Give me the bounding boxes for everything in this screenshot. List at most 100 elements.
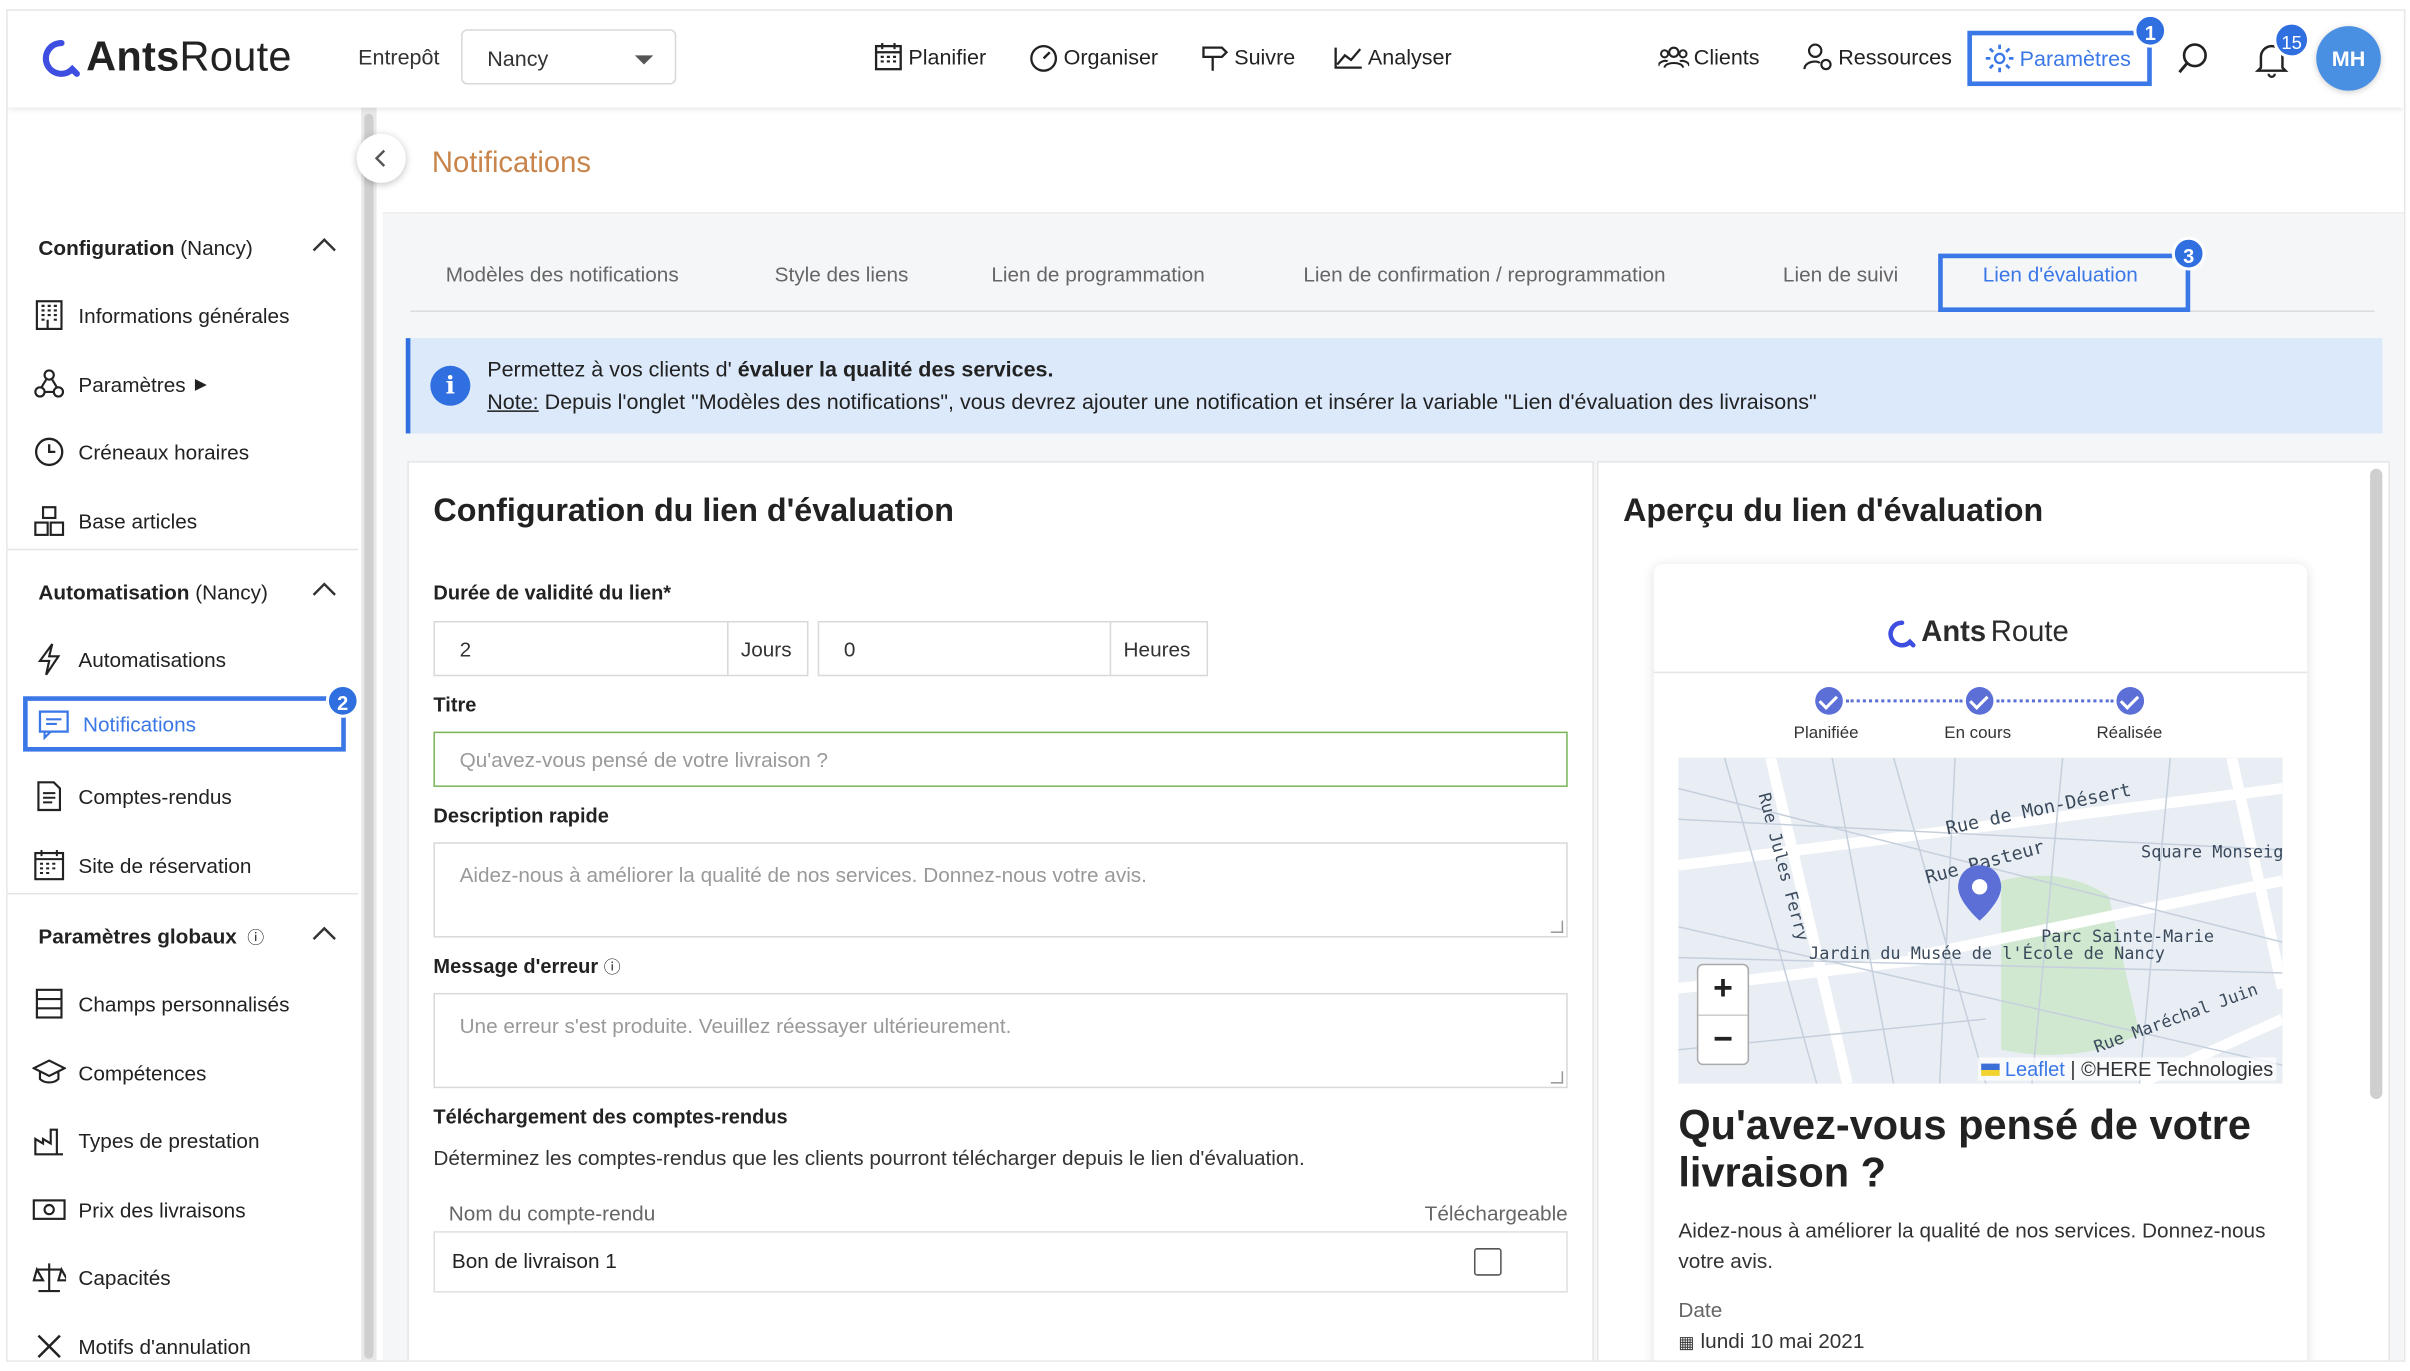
nav-organiser[interactable]: Organiser xyxy=(1028,41,1158,72)
section-parametres-globaux[interactable]: Paramètres globaux ⓘ xyxy=(38,925,338,950)
app-frame: AntsRoute Entrepôt Nancy Planifier Organ… xyxy=(6,9,2406,1362)
info-icon: ⓘ xyxy=(603,959,621,978)
boxes-icon xyxy=(34,506,65,536)
title-label: Titre xyxy=(433,693,477,717)
step-done-icon xyxy=(2116,687,2145,715)
sidebar-item-competences[interactable]: Compétences xyxy=(32,1050,347,1096)
description-label: Description rapide xyxy=(433,803,609,827)
tab-lien-suivi[interactable]: Lien de suivi xyxy=(1783,263,1898,286)
sidebar-scrollbar[interactable] xyxy=(361,107,377,1361)
hours-input[interactable]: 0 xyxy=(817,620,1112,677)
notification-count-badge: 15 xyxy=(2273,21,2311,59)
sidebar-item-champs-personnalises[interactable]: Champs personnalisés xyxy=(32,981,347,1027)
section-automatisation[interactable]: Automatisation (Nancy) xyxy=(38,581,338,604)
sidebar-item-types-de-prestation[interactable]: Types de prestation xyxy=(32,1117,347,1163)
error-label: Message d'erreur ⓘ xyxy=(433,954,621,978)
avatar[interactable]: MH xyxy=(2316,26,2381,91)
sidebar-item-parametres[interactable]: Paramètres ▶ xyxy=(32,361,347,407)
preview-card-title: Qu'avez-vous pensé de votre livraison ? xyxy=(1678,1102,2252,1196)
map[interactable]: Rue de Mon-Désert Rue Pasteur Square Mon… xyxy=(1678,757,2283,1084)
sidebar-item-label: Capacités xyxy=(78,1265,171,1289)
sidebar-item-comptes-rendus[interactable]: Comptes-rendus xyxy=(32,773,347,819)
collapse-sidebar-button[interactable] xyxy=(356,133,406,183)
nav-ressources[interactable]: Ressources xyxy=(1803,41,1952,72)
sidebar-item-label: Champs personnalisés xyxy=(78,992,290,1016)
clock-icon xyxy=(34,437,64,467)
nav-label: Paramètres xyxy=(2019,46,2131,71)
nav-planifier[interactable]: Planifier xyxy=(873,41,986,72)
step-badge-2: 2 xyxy=(325,683,360,718)
resize-handle[interactable] xyxy=(1550,920,1564,933)
preview-title: Aperçu du lien d'évaluation xyxy=(1623,493,2044,529)
map-tiles: Rue de Mon-Désert Rue Pasteur Square Mon… xyxy=(1678,757,2283,1084)
column-header-downloadable: Téléchargeable xyxy=(1424,1201,1568,1225)
form-icon xyxy=(35,988,63,1019)
sidebar-item-prix-des-livraisons[interactable]: Prix des livraisons xyxy=(32,1187,347,1233)
tab-style-liens[interactable]: Style des liens xyxy=(775,263,909,286)
top-bar: AntsRoute Entrepôt Nancy Planifier Organ… xyxy=(7,10,2404,108)
zoom-out-button[interactable]: − xyxy=(1698,1014,1748,1063)
preview-panel: Aperçu du lien d'évaluation Ants Route Pl… xyxy=(1596,461,2391,1361)
error-textarea[interactable]: Une erreur s'est produite. Veuillez rées… xyxy=(433,992,1568,1089)
error-placeholder: Une erreur s'est produite. Veuillez rées… xyxy=(459,1014,1012,1038)
step-label: En cours xyxy=(1944,723,2012,743)
zoom-control: + − xyxy=(1696,963,1750,1066)
flag-icon xyxy=(1981,1063,2001,1076)
sidebar-item-informations-generales[interactable]: Informations générales xyxy=(32,292,347,338)
section-suffix: (Nancy) xyxy=(174,236,253,260)
logo[interactable]: AntsRoute xyxy=(41,33,292,82)
downloadable-checkbox[interactable] xyxy=(1473,1248,1502,1276)
antsroute-logo-icon xyxy=(42,39,80,77)
nav-label: Analyser xyxy=(1367,44,1452,70)
search-icon[interactable] xyxy=(2176,41,2210,75)
leaflet-link[interactable]: Leaflet xyxy=(2005,1057,2065,1080)
map-label: Jardin du Musée de l'École de Nancy xyxy=(1809,942,2165,963)
table-row: Bon de livraison 1 xyxy=(433,1231,1568,1293)
step-connector xyxy=(1845,699,1963,703)
nav-analyser[interactable]: Analyser xyxy=(1333,41,1452,72)
scrollbar-thumb[interactable] xyxy=(364,113,374,1359)
antsroute-logo-icon xyxy=(1888,619,1916,647)
sidebar-item-label: Types de prestation xyxy=(78,1128,260,1152)
info-icon: ⓘ xyxy=(247,929,265,949)
nav-parametres[interactable]: Paramètres xyxy=(1967,30,2152,87)
sidebar-item-site-de-reservation[interactable]: Site de réservation xyxy=(32,842,347,888)
sidebar-item-creneaux-horaires[interactable]: Créneaux horaires xyxy=(32,429,347,475)
warehouse-label: Entrepôt xyxy=(358,44,440,70)
brand-name: AntsRoute xyxy=(86,33,292,80)
sidebar-item-motifs-d-annulation[interactable]: Motifs d'annulation xyxy=(32,1323,347,1360)
days-input[interactable]: 2 xyxy=(433,620,729,677)
section-title: Automatisation xyxy=(38,580,190,605)
sidebar-item-label: Site de réservation xyxy=(78,853,252,877)
column-header-name: Nom du compte-rendu xyxy=(448,1201,656,1225)
sidebar-item-base-articles[interactable]: Base articles xyxy=(32,498,347,544)
tab-lien-programmation[interactable]: Lien de programmation xyxy=(991,263,1204,286)
sidebar-item-capacites[interactable]: Capacités xyxy=(32,1254,347,1300)
user-gear-icon xyxy=(1803,43,1832,71)
banknote-icon xyxy=(32,1199,66,1220)
download-label: Téléchargement des comptes-rendus xyxy=(433,1105,788,1129)
info-line-2: Note: Depuis l'onglet "Modèles des notif… xyxy=(487,388,1817,414)
resize-handle[interactable] xyxy=(1550,1071,1564,1084)
description-textarea[interactable]: Aidez-nous à améliorer la qualité de nos… xyxy=(433,842,1568,938)
nav-suivre[interactable]: Suivre xyxy=(1199,41,1295,72)
section-suffix: (Nancy) xyxy=(189,580,268,605)
preview-scrollbar[interactable] xyxy=(2370,468,2383,1099)
warehouse-select[interactable]: Nancy xyxy=(461,29,677,85)
calendar-icon: ▦ xyxy=(1678,1334,1695,1353)
section-configuration[interactable]: Configuration (Nancy) xyxy=(38,237,338,260)
sidebar-item-notifications[interactable]: Notifications xyxy=(23,696,346,752)
section-title: Configuration xyxy=(38,236,175,260)
main-content: Notifications Modèles des notifications … xyxy=(382,107,2404,1361)
tab-modeles-notifications[interactable]: Modèles des notifications xyxy=(446,263,679,286)
tab-lien-confirmation[interactable]: Lien de confirmation / reprogrammation xyxy=(1303,263,1665,286)
nav-label: Planifier xyxy=(908,44,987,70)
zoom-in-button[interactable]: + xyxy=(1698,965,1747,1014)
step-done-icon xyxy=(1965,687,1994,715)
nav-clients[interactable]: Clients xyxy=(1658,41,1760,72)
preview-card-description: Aidez-nous à améliorer la qualité de nos… xyxy=(1678,1218,2266,1273)
sidebar-item-automatisations[interactable]: Automatisations xyxy=(32,636,347,682)
preview-date-label: Date xyxy=(1678,1298,1723,1322)
title-input[interactable]: Qu'avez-vous pensé de votre livraison ? xyxy=(433,731,1568,787)
config-panel: Configuration du lien d'évaluation Durée… xyxy=(407,461,1594,1361)
